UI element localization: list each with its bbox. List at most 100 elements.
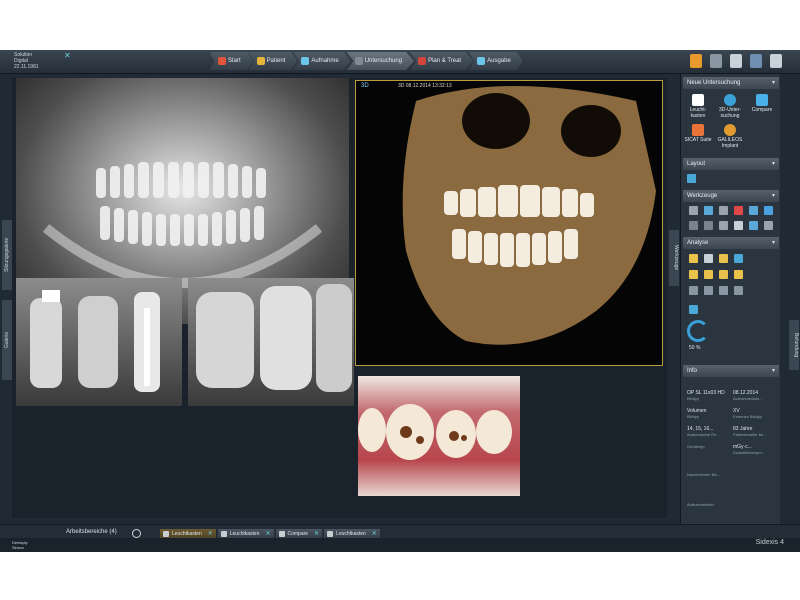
panel-header-info[interactable]: Info ▾ [683,365,779,377]
info-label: Externes Bildtyp [733,414,762,419]
info-volume: Volumen Bildtyp [687,408,706,420]
home-icon [218,57,226,65]
info-follow-up: Nachfolender Be... [687,472,720,478]
lightbox-icon [692,94,704,106]
left-tab-session-gallery[interactable]: Sitzungsgalerie [2,220,12,290]
panel-header-analysis[interactable]: Analyse ▾ [683,237,779,249]
workspace-tab-label: Leuchtkasten [172,531,202,537]
skull-render [402,86,656,345]
monitor-icon[interactable] [750,54,762,68]
photo-teeth-graphic [358,404,512,460]
panel-title: Analyse [687,240,709,246]
brightness-icon[interactable] [689,206,698,215]
chevron-down-icon: ▾ [771,193,775,199]
right-tab-werkzeuge[interactable]: Werkzeuge [669,230,679,286]
chevron-down-icon: ▾ [771,80,775,86]
panel-header-new-examination[interactable]: Neue Untersuchung ▾ [683,77,779,89]
new-item-label: 3D-Unter-suchung [719,107,741,119]
lightbox-icon [220,531,227,537]
panel-header-tools[interactable]: Werkzeuge ▾ [683,190,779,202]
panel-title: Info [687,368,698,374]
histogram-icon[interactable] [734,286,743,295]
nav-tab-aufnahme[interactable]: Aufnahme [293,52,351,70]
nav-tab-label: Untersuchung [364,58,403,64]
top-bar: Solution Digital 22.11.1981 ✕ Start Pati… [0,50,800,74]
sicat-suite-icon [692,124,704,136]
ct-3d-viewer[interactable]: 3D 3D 08.12.2014 13:32:13 [355,80,663,366]
intraoral-xray-2[interactable] [188,278,354,406]
compare-icon [756,94,768,106]
workspace-add-icon[interactable] [132,529,141,538]
tools-icon[interactable] [710,54,722,68]
print-icon[interactable] [734,221,743,230]
info-label: Patientenalter be... [733,432,767,437]
chevron-down-icon: ▾ [771,240,775,246]
new-item-3d-examination[interactable]: 3D-Unter-suchung [715,94,745,119]
grid-icon[interactable] [689,286,698,295]
nav-tab-patient[interactable]: Patient [248,52,298,70]
nav-tab-ausgabe[interactable]: Ausgabe [469,52,523,70]
info-label: Bildtyp [687,396,700,401]
layout-grid-icon[interactable] [687,174,696,183]
patient-icon [256,57,265,65]
text-icon[interactable] [704,254,713,263]
nav-tab-plan-treat[interactable]: Plan & Treat [410,52,474,70]
info-label: Gerätetyp [687,444,705,449]
nav-tab-untersuchung[interactable]: Untersuchung [346,52,415,70]
panel-title: Layout [687,161,706,167]
reset-icon[interactable] [764,221,773,230]
left-tab-gallery[interactable]: Galerie [2,300,12,380]
settings-icon[interactable] [730,54,742,68]
pencil-icon[interactable] [719,254,728,263]
plan-treat-icon [418,57,427,65]
chevron-down-icon: ▾ [771,161,775,167]
filter-icon[interactable] [719,206,728,215]
new-item-compare[interactable]: Compare [747,94,777,114]
lightbox-icon [163,531,169,537]
zoom-tool-icon[interactable] [689,305,698,314]
color-icon[interactable] [734,206,743,215]
menu-icon[interactable] [770,54,782,68]
nav-tab-start[interactable]: Start [210,52,253,70]
info-acquisition-lead: Aufnahmeleiter [687,502,714,508]
new-item-galileos-implant[interactable]: GALILEOS Implant [715,124,745,149]
intraoral-photo[interactable] [358,376,520,496]
logo-line-2: Sirona [12,545,24,550]
nav-tab-label: Aufnahme [311,58,339,64]
zoom-gauge[interactable] [687,320,709,342]
brand-line-3: 22.11.1981 [14,64,39,70]
rotate-icon[interactable] [689,221,698,230]
caliper-icon[interactable] [704,286,713,295]
measure-icon[interactable] [704,270,713,279]
nav-tab-label: Plan & Treat [428,58,462,64]
ruler-icon[interactable] [689,270,698,279]
area-icon[interactable] [734,270,743,279]
flip-icon[interactable] [704,221,713,230]
pan-icon[interactable] [719,221,728,230]
info-label: Aufnahmedatu... [733,396,763,401]
contrast-icon[interactable] [704,206,713,215]
zoom-value: 50 % [689,345,701,351]
profile-icon[interactable] [719,286,728,295]
info-image-type: OP SL 11x03 HD Bildtyp [687,390,725,402]
intraoral-xray-1[interactable] [16,278,182,406]
annotation-icon[interactable] [689,254,698,263]
info-external-type: XV Externes Bildtyp [733,408,762,420]
document-icon[interactable] [690,54,702,68]
magnet-icon[interactable] [764,206,773,215]
xray-teeth-graphic [196,284,352,392]
info-dose: mGy·c... Dosisflächenpro... [733,444,765,456]
lightbox-icon [327,531,334,537]
new-item-sicat-suite[interactable]: SICAT Suite [683,124,713,144]
right-tab-befundung[interactable]: Befundung [789,320,799,370]
close-patient-icon[interactable]: ✕ [64,52,71,60]
probe-icon[interactable] [734,254,743,263]
info-device-type: Gerätetyp [687,444,705,450]
export-icon[interactable] [749,221,758,230]
new-item-leuchtkasten[interactable]: Leucht-kasten [683,94,713,119]
zoom-icon[interactable] [749,206,758,215]
angle-icon[interactable] [719,270,728,279]
new-item-label: GALILEOS Implant [717,137,743,149]
galileos-implant-icon [724,124,736,136]
panel-header-layout[interactable]: Layout ▾ [683,158,779,170]
